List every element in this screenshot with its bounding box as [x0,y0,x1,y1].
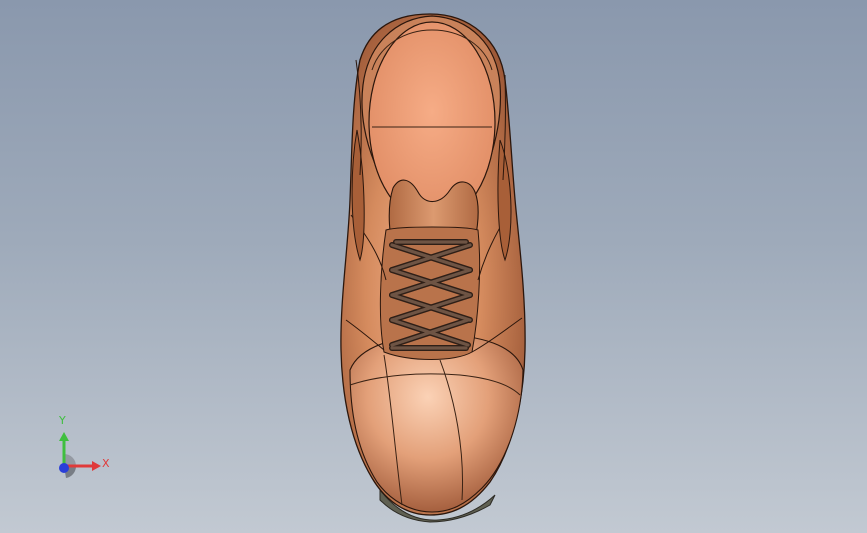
insole [368,21,496,223]
triad-axes-icon [59,432,101,478]
shoe-model[interactable] [0,0,867,533]
toe-cap [349,334,524,513]
coordinate-triad: Y X [40,408,130,488]
graphics-viewport[interactable]: Y X [0,0,867,533]
y-axis-label: Y [59,414,66,427]
x-axis-label: X [102,457,110,470]
